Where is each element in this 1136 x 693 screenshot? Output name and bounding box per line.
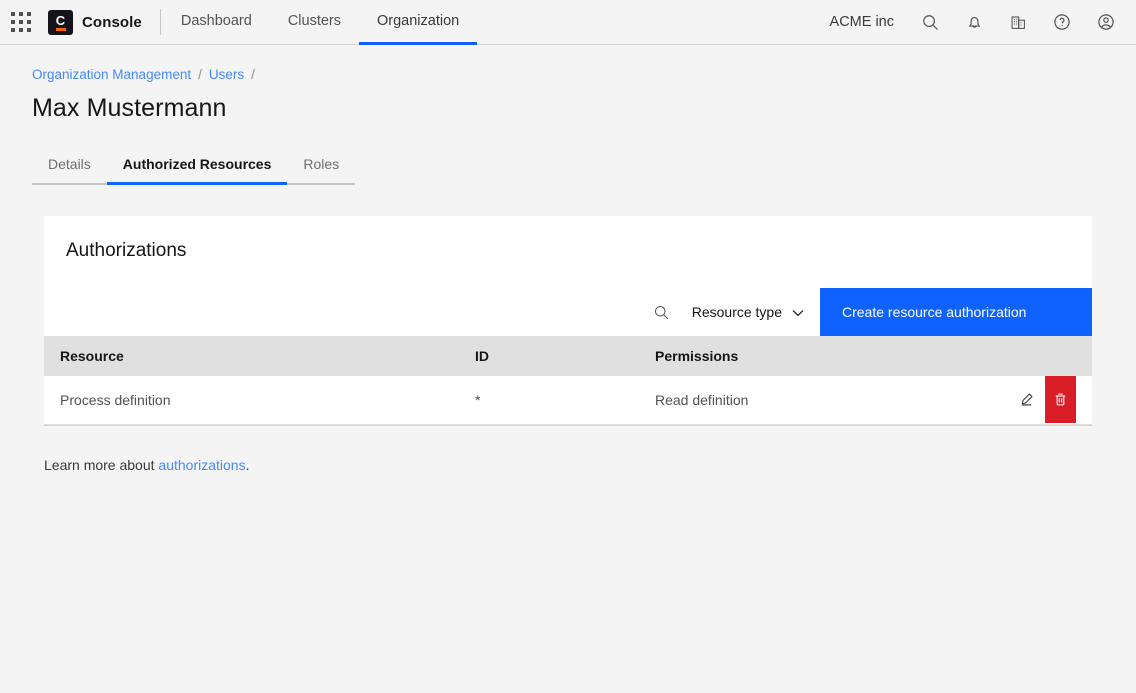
learn-more-suffix: . xyxy=(246,457,250,473)
tab-authorized-resources[interactable]: Authorized Resources xyxy=(107,147,288,185)
table-header-row: Resource ID Permissions xyxy=(44,336,1092,376)
top-navigation-bar: C Console Dashboard Clusters Organizatio… xyxy=(0,0,1136,45)
breadcrumb-item-organization-management[interactable]: Organization Management xyxy=(32,67,191,82)
pencil-edit-icon[interactable] xyxy=(1008,376,1045,423)
brand-logo-link[interactable]: C Console xyxy=(48,10,142,35)
column-header-permissions: Permissions xyxy=(639,336,992,376)
page-title: Max Mustermann xyxy=(32,94,1136,123)
tab-details[interactable]: Details xyxy=(32,147,107,185)
resource-type-filter-label: Resource type xyxy=(692,304,782,320)
nav-item-organization[interactable]: Organization xyxy=(359,0,477,45)
cell-permissions: Read definition xyxy=(639,376,992,424)
logo-letter: C xyxy=(56,14,65,27)
user-avatar-icon[interactable] xyxy=(1084,0,1128,45)
trash-delete-icon[interactable] xyxy=(1045,376,1076,423)
breadcrumb-separator: / xyxy=(198,67,202,82)
authorizations-link[interactable]: authorizations xyxy=(158,457,245,473)
help-question-icon[interactable] xyxy=(1040,0,1084,45)
cell-resource: Process definition xyxy=(44,376,459,424)
column-header-actions xyxy=(992,336,1092,376)
page-header: Organization Management / Users / Max Mu… xyxy=(0,45,1136,123)
nav-item-dashboard[interactable]: Dashboard xyxy=(163,0,270,45)
top-bar-actions: ACME inc xyxy=(830,0,1136,45)
nav-divider xyxy=(160,9,161,35)
learn-more-text: Learn more about authorizations. xyxy=(44,457,1136,473)
grid-apps-icon[interactable] xyxy=(10,11,32,33)
nav-item-clusters[interactable]: Clusters xyxy=(270,0,359,45)
notifications-bell-icon[interactable] xyxy=(952,0,996,45)
cell-actions xyxy=(992,376,1092,424)
breadcrumb-item-users[interactable]: Users xyxy=(209,67,244,82)
table-toolbar: Resource type Create resource authorizat… xyxy=(44,288,1092,336)
logo-accent-bar xyxy=(56,28,66,31)
breadcrumb: Organization Management / Users / xyxy=(32,67,1136,82)
main-nav: Dashboard Clusters Organization xyxy=(163,0,477,45)
learn-more-prefix: Learn more about xyxy=(44,457,158,473)
search-icon[interactable] xyxy=(640,288,684,336)
tab-roles[interactable]: Roles xyxy=(287,147,355,185)
authorizations-table: Resource ID Permissions Process definiti… xyxy=(44,336,1092,425)
resource-type-filter[interactable]: Resource type xyxy=(684,288,820,336)
authorizations-card: Authorizations Resource type Create reso… xyxy=(44,216,1092,426)
column-header-resource: Resource xyxy=(44,336,459,376)
tab-bar: Details Authorized Resources Roles xyxy=(32,147,352,185)
create-resource-authorization-button[interactable]: Create resource authorization xyxy=(820,288,1092,336)
chevron-down-icon xyxy=(792,304,804,320)
table-row: Process definition * Read definition xyxy=(44,376,1092,424)
column-header-id: ID xyxy=(459,336,639,376)
console-logo-icon: C xyxy=(48,10,73,35)
breadcrumb-separator: / xyxy=(251,67,255,82)
organization-building-icon[interactable] xyxy=(996,0,1040,45)
card-title: Authorizations xyxy=(44,216,1092,262)
organization-name: ACME inc xyxy=(830,14,894,30)
search-icon[interactable] xyxy=(908,0,952,45)
brand-name: Console xyxy=(82,14,142,31)
cell-id: * xyxy=(459,376,639,424)
